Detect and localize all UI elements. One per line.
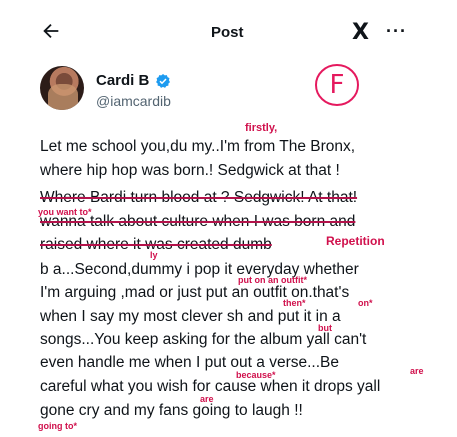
tweet-line: b a...Second,dummy i pop it everyday whe…: [40, 261, 359, 278]
top-bar: Post X ···: [0, 0, 457, 58]
more-options-icon[interactable]: ···: [386, 21, 407, 42]
avatar[interactable]: [40, 66, 84, 110]
annotation-put-on-an-outfit: put on an outfit*: [238, 275, 307, 285]
annotation-repetition: Repetition: [326, 234, 385, 248]
author-name-row: Cardi B: [96, 72, 171, 89]
tweet-line: where hip hop was born.! Sedgwick at tha…: [40, 162, 340, 179]
annotation-are: are: [410, 366, 424, 376]
grade-letter: F: [329, 70, 345, 100]
x-logo-icon[interactable]: X: [352, 20, 369, 45]
annotation-ly: ly: [150, 250, 158, 260]
annotation-are: are: [200, 394, 214, 404]
page-title: Post: [211, 24, 244, 41]
annotation-on: on*: [358, 298, 373, 308]
annotation-going-to: going to*: [38, 421, 77, 431]
tweet-line: Where Bardi turn blood at ? Sedgwick! At…: [40, 189, 358, 206]
annotation-you-want-to: you want to*: [38, 207, 92, 217]
annotation-because: because*: [236, 370, 276, 380]
tweet-line: gone cry and my fans going to laugh !!: [40, 402, 303, 419]
tweet-line: when I say my most clever sh and put it …: [40, 308, 341, 325]
arrow-left-icon[interactable]: [40, 20, 62, 42]
author-handle[interactable]: @iamcardib: [96, 93, 171, 109]
annotation-then: then*: [283, 298, 306, 308]
tweet-line: Let me school you,du my..I'm from The Br…: [40, 138, 356, 155]
annotation-firstly: firstly,: [245, 122, 278, 134]
verified-badge-icon: [156, 73, 171, 88]
annotation-but: but: [318, 323, 332, 333]
author-name[interactable]: Cardi B: [96, 72, 149, 89]
tweet-line: even handle me when I put out a verse...…: [40, 354, 339, 371]
grade-mark: F: [314, 62, 360, 108]
